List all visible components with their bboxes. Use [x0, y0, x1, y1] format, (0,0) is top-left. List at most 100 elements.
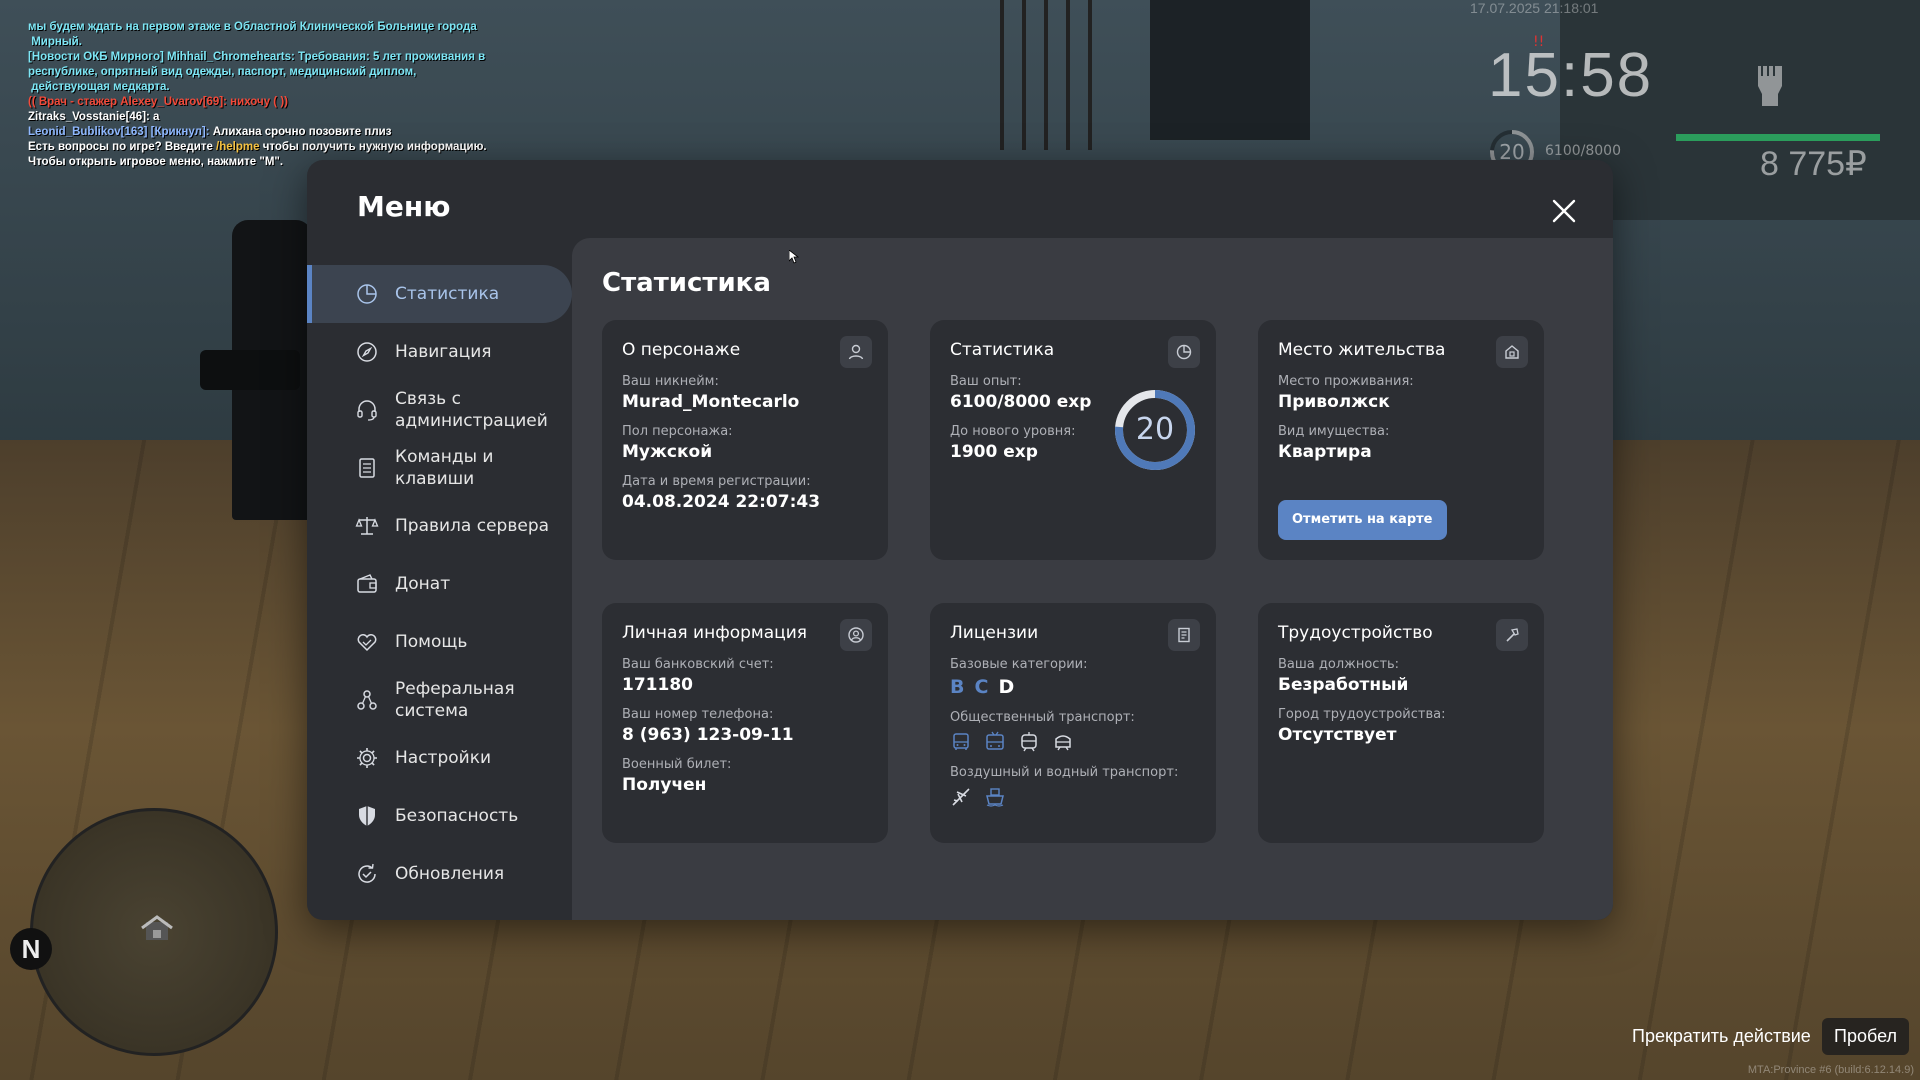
place-value: Приволжск — [1278, 392, 1390, 412]
public-transport-icons — [950, 731, 1196, 753]
trolleybus-icon — [986, 731, 1004, 750]
hud-money: 8 775₽ — [1760, 145, 1867, 183]
chat-line: (( Врач - стажер Alexey_Uvarov[69]: нихо… — [28, 96, 288, 108]
game-menu-window: Меню Статистика Навигация Связь с админист… — [307, 160, 1613, 920]
level-value: 20 — [1135, 412, 1175, 447]
property-label: Вид имущества: — [1278, 424, 1390, 439]
chat-line: мы будем ждать на первом этаже в Областн… — [28, 21, 477, 48]
reg-label: Дата и время регистрации: — [622, 474, 811, 489]
chat-fragment: /helpme — [216, 141, 260, 153]
job-city-label: Город трудоустройства: — [1278, 707, 1446, 722]
chat-fragment: Leonid_Bublikov[163] [Крикнул]: — [28, 126, 213, 138]
scene-door — [1150, 0, 1310, 140]
tram-icon — [1021, 732, 1037, 752]
user-circle-icon — [840, 619, 872, 651]
hud-clock: 15:58 — [1488, 41, 1654, 110]
gear-icon — [357, 748, 377, 768]
chat-line: [Новости ОКБ Мирного] Mihhail_Chromehear… — [28, 51, 486, 93]
nick-label: Ваш никнейм: — [622, 374, 719, 389]
chat-fragment: Алихана срочно позовите плиз — [212, 126, 392, 138]
heart-hand-icon — [357, 634, 377, 652]
sidebar-item-label: Реферальная система — [395, 679, 515, 721]
position-value: Безработный — [1278, 675, 1409, 695]
military-value: Получен — [622, 775, 707, 795]
gender-value: Мужской — [622, 442, 713, 462]
build-watermark: MTA:Province #6 (build:6.12.14.9) — [1747, 1064, 1914, 1076]
hammer-icon — [1496, 619, 1528, 651]
headset-icon — [357, 400, 377, 421]
sidebar-item-refresh-check[interactable]: Обновления — [307, 845, 572, 903]
content-title: Статистика — [602, 268, 771, 298]
wallet-icon — [357, 574, 377, 593]
card-personal: Личная информация Ваш банковский счет: 1… — [602, 603, 888, 843]
card-residence: Место жительства Место проживания: Приво… — [1258, 320, 1544, 560]
sidebar-item-gear[interactable]: Настройки — [307, 729, 572, 787]
action-hint-label: Прекратить действие — [1632, 1026, 1811, 1046]
sidebar-item-compass[interactable]: Навигация — [307, 323, 572, 381]
pie-chart-icon — [1168, 336, 1200, 368]
sidebar-item-shield[interactable]: Безопасность — [307, 787, 572, 845]
card-stats: Статистика Ваш опыт: 6100/8000 exp До но… — [930, 320, 1216, 560]
close-icon[interactable] — [1547, 194, 1581, 228]
nick-value: Murad_Montecarlo — [622, 392, 800, 412]
chat-line: Есть вопросы по игре? Введите /helpme чт… — [28, 140, 508, 155]
phone-value: 8 (963) 123-09-11 — [622, 725, 794, 745]
card-title: Место жительства — [1278, 340, 1446, 360]
license-categories: BCD — [950, 676, 1196, 698]
phone-label: Ваш номер телефона: — [622, 707, 774, 722]
license-category: C — [974, 676, 989, 698]
sidebar-item-label: Обновления — [395, 864, 505, 884]
card-licenses: Лицензии Базовые категории: BCD Обществе… — [930, 603, 1216, 843]
chat-fragment: чтобы получить нужную информацию. — [259, 141, 487, 153]
refresh-check-icon — [358, 863, 376, 883]
house-icon — [141, 915, 173, 940]
sidebar-item-label: Навигация — [395, 342, 492, 362]
position-label: Ваша должность: — [1278, 657, 1400, 672]
document-icon — [1168, 619, 1200, 651]
sidebar-item-headset[interactable]: Связь с администрацией — [307, 381, 572, 439]
sidebar-item-wallet[interactable]: Донат — [307, 555, 572, 613]
license-category: B — [950, 676, 965, 698]
chat-line: Leonid_Bublikov[163] [Крикнул]: Алихана … — [28, 125, 508, 140]
compass-north: N — [10, 928, 52, 970]
card-character: О персонаже Ваш никнейм: Murad_Montecarl… — [602, 320, 888, 560]
base-categories-label: Базовые категории: — [950, 657, 1088, 672]
hud-date: 17.07.2025 21:18:01 — [1470, 0, 1599, 16]
card-title: Статистика — [950, 340, 1055, 360]
exp-label: Ваш опыт: — [950, 374, 1022, 389]
card-title: О персонаже — [622, 340, 741, 360]
card-title: Личная информация — [622, 623, 808, 643]
network-icon — [357, 690, 377, 710]
compass-icon — [357, 342, 377, 362]
sidebar-item-network[interactable]: Реферальная система — [307, 671, 572, 729]
home-icon — [1496, 336, 1528, 368]
menu-sidebar: Статистика Навигация Связь с администрацие… — [307, 265, 572, 903]
air-water-icons — [950, 786, 1196, 808]
scales-icon — [355, 517, 379, 535]
card-job: Трудоустройство Ваша должность: Безработ… — [1258, 603, 1544, 843]
military-label: Военный билет: — [622, 757, 732, 772]
public-transport-label: Общественный транспорт: — [950, 710, 1135, 725]
sidebar-item-list[interactable]: Команды и клавиши — [307, 439, 572, 497]
user-icon — [840, 336, 872, 368]
chat-line: Zitraks_Vosstanie[46]: а — [28, 111, 160, 123]
property-value: Квартира — [1278, 442, 1372, 462]
mark-on-map-button[interactable]: Отметить на карте — [1278, 500, 1447, 540]
card-title: Трудоустройство — [1278, 623, 1433, 643]
sidebar-item-label: Команды и клавиши — [395, 447, 494, 489]
sidebar-item-pie-chart[interactable]: Статистика — [307, 265, 572, 323]
action-hint-key[interactable]: Пробел — [1822, 1018, 1909, 1055]
sidebar-item-label: Статистика — [395, 284, 500, 304]
sidebar-item-heart-hand[interactable]: Помощь — [307, 613, 572, 671]
sidebar-item-label: Помощь — [395, 632, 468, 652]
metro-icon — [1055, 735, 1071, 751]
menu-title: Меню — [357, 190, 451, 223]
scene-bars — [1000, 0, 1110, 150]
reg-value: 04.08.2024 22:07:43 — [622, 492, 821, 512]
sidebar-item-label: Правила сервера — [395, 516, 550, 536]
menu-content: Статистика О персонаже Ваш никнейм: Mura… — [572, 238, 1613, 920]
sidebar-item-scales[interactable]: Правила сервера — [307, 497, 572, 555]
chat-fragment: Есть вопросы по игре? Введите — [28, 141, 217, 153]
fist-icon — [1758, 66, 1782, 106]
bus-icon — [953, 733, 969, 750]
